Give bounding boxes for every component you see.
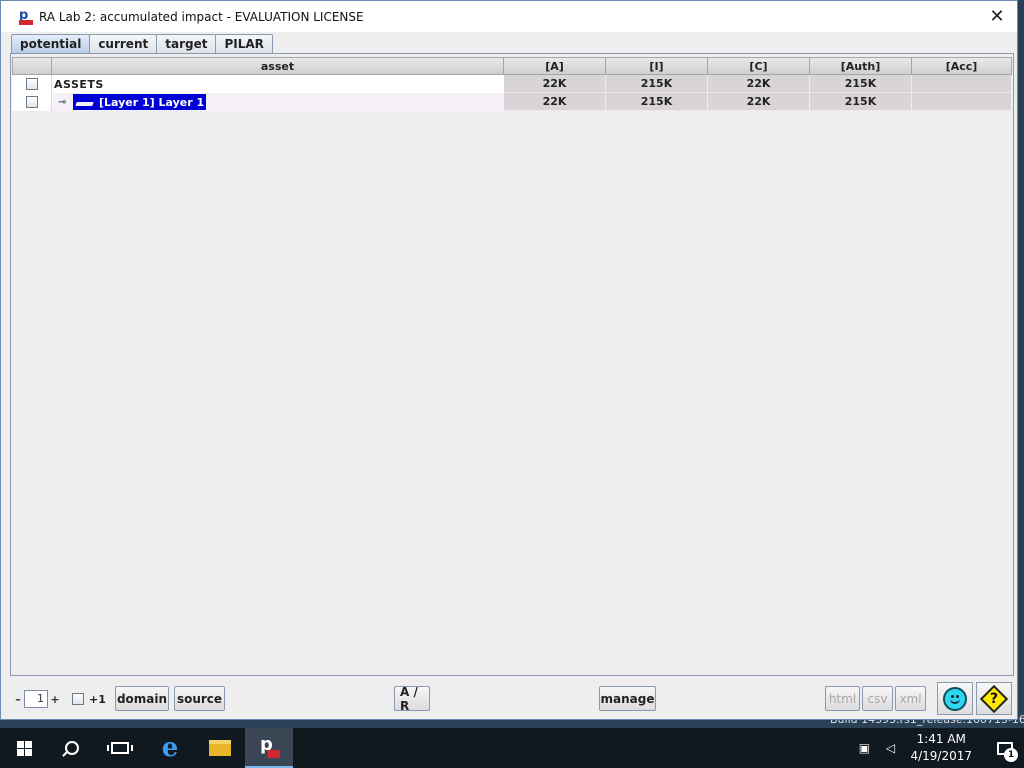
action-center-button[interactable]: 1 xyxy=(986,728,1024,768)
row-checkbox-cell xyxy=(12,93,52,111)
column-header-confidentiality[interactable]: [C] xyxy=(708,57,810,75)
system-tray: ▣ ◁ 1:41 AM 4/19/2017 1 xyxy=(852,728,1024,768)
task-view-button[interactable] xyxy=(96,728,144,768)
internet-explorer-button[interactable]: e xyxy=(146,728,194,768)
table-row[interactable]: ASSETS 22K 215K 22K 215K xyxy=(12,75,1012,93)
close-icon: ✕ xyxy=(989,5,1005,27)
row-checkbox[interactable] xyxy=(25,78,38,90)
export-html-button[interactable]: html xyxy=(825,686,860,711)
help-button[interactable]: ? xyxy=(976,682,1012,715)
status-smiley-button[interactable] xyxy=(937,682,973,715)
column-header-asset[interactable]: asset xyxy=(52,57,504,75)
row-checkbox[interactable] xyxy=(25,96,38,108)
ar-button[interactable]: A / R xyxy=(394,685,430,713)
value-acc xyxy=(912,75,1012,93)
file-explorer-button[interactable] xyxy=(196,728,244,768)
level-input[interactable]: 1 xyxy=(24,690,48,708)
value-i: 215K xyxy=(606,93,708,111)
level-decrement-button[interactable]: – xyxy=(12,693,24,706)
windows-icon xyxy=(16,740,32,756)
level-spinner: – 1 + xyxy=(12,688,62,710)
notification-badge: 1 xyxy=(1004,748,1018,762)
folder-icon xyxy=(209,740,231,756)
value-c: 22K xyxy=(708,75,810,93)
tab-target[interactable]: target xyxy=(156,34,217,53)
start-button[interactable] xyxy=(0,728,48,768)
network-icon[interactable]: ▣ xyxy=(856,741,872,755)
column-header-availability[interactable]: [A] xyxy=(504,57,606,75)
table-header: asset [A] [I] [C] [Auth] [Acc] xyxy=(12,57,1012,75)
tab-potential[interactable]: potential xyxy=(11,34,91,53)
asset-name: ASSETS xyxy=(54,77,104,91)
impact-table: asset [A] [I] [C] [Auth] [Acc] ASSETS 22… xyxy=(12,57,1012,111)
app-window: p RA Lab 2: accumulated impact - EVALUAT… xyxy=(0,0,1018,720)
tree-key-icon[interactable]: ⊸ xyxy=(58,97,70,108)
pilar-icon: p xyxy=(258,734,280,758)
plus-one-toggle[interactable]: +1 xyxy=(72,688,106,710)
column-header-integrity[interactable]: [I] xyxy=(606,57,708,75)
value-a: 22K xyxy=(504,75,606,93)
task-view-icon xyxy=(107,742,133,754)
table-row[interactable]: ⊸ [Layer 1] Layer 1 22K 215K 22K 215K xyxy=(12,93,1012,111)
export-xml-button[interactable]: xml xyxy=(895,686,926,711)
asset-cell: ⊸ [Layer 1] Layer 1 xyxy=(52,93,504,111)
column-header-accountability[interactable]: [Acc] xyxy=(912,57,1012,75)
tab-current[interactable]: current xyxy=(89,34,158,53)
manage-button[interactable]: manage xyxy=(599,686,656,711)
asset-cell: ASSETS xyxy=(52,75,504,93)
smiley-icon xyxy=(943,686,967,711)
pilar-app-icon: p xyxy=(19,8,33,25)
help-icon: ? xyxy=(979,684,1009,713)
column-header-select[interactable] xyxy=(12,57,52,75)
impact-panel: asset [A] [I] [C] [Auth] [Acc] ASSETS 22… xyxy=(10,53,1014,676)
selected-layer-item[interactable]: [Layer 1] Layer 1 xyxy=(73,94,207,110)
domain-button[interactable]: domain xyxy=(115,686,169,711)
value-acc xyxy=(912,93,1012,111)
view-tabs: potential current target PILAR xyxy=(11,34,273,53)
pilar-taskbar-button[interactable]: p xyxy=(245,728,293,768)
volume-muted-icon[interactable]: ◁ xyxy=(882,741,898,755)
internet-explorer-icon: e xyxy=(161,733,179,763)
title-bar[interactable]: p RA Lab 2: accumulated impact - EVALUAT… xyxy=(1,1,1017,32)
layer-icon xyxy=(75,97,95,107)
plus-one-label: +1 xyxy=(89,692,106,706)
level-increment-button[interactable]: + xyxy=(48,693,62,706)
value-auth: 215K xyxy=(810,75,912,93)
search-button[interactable] xyxy=(48,728,96,768)
search-icon xyxy=(65,741,79,755)
taskbar: e p ▣ ◁ 1:41 AM 4/19/2017 1 xyxy=(0,728,1024,768)
value-auth: 215K xyxy=(810,93,912,111)
value-c: 22K xyxy=(708,93,810,111)
bottom-toolbar: – 1 + +1 domain source A / R manage html… xyxy=(10,680,1014,718)
value-a: 22K xyxy=(504,93,606,111)
clock-time: 1:41 AM xyxy=(916,732,966,746)
row-checkbox-cell xyxy=(12,75,52,93)
clock[interactable]: 1:41 AM 4/19/2017 xyxy=(910,731,972,765)
column-header-authenticity[interactable]: [Auth] xyxy=(810,57,912,75)
close-button[interactable]: ✕ xyxy=(985,5,1009,27)
asset-name: [Layer 1] Layer 1 xyxy=(99,95,205,109)
plus-one-checkbox[interactable] xyxy=(72,693,84,705)
value-i: 215K xyxy=(606,75,708,93)
source-button[interactable]: source xyxy=(174,686,225,711)
tab-pilar[interactable]: PILAR xyxy=(215,34,273,53)
export-csv-button[interactable]: csv xyxy=(862,686,893,711)
window-title: RA Lab 2: accumulated impact - EVALUATIO… xyxy=(39,9,364,24)
clock-date: 4/19/2017 xyxy=(910,749,972,763)
